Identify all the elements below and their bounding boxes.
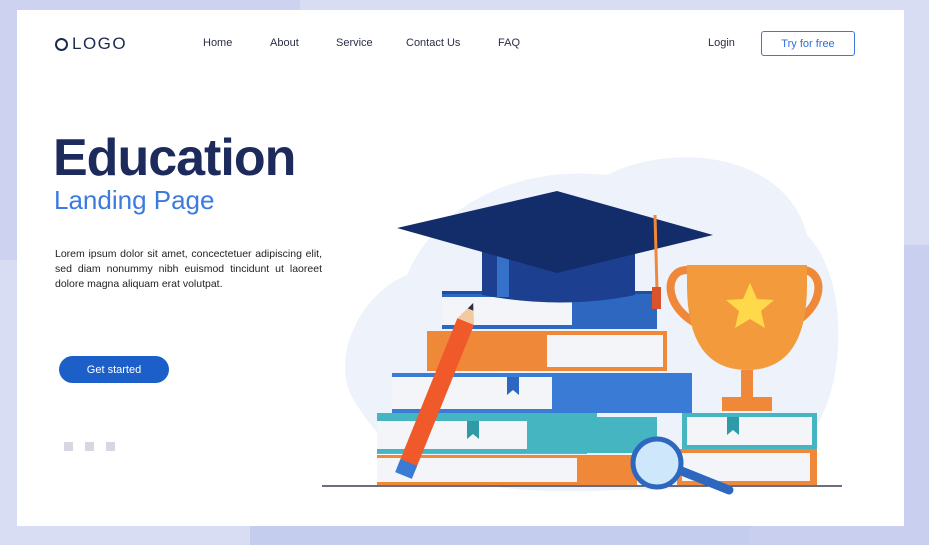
hero-subtitle: Landing Page — [54, 185, 215, 215]
carousel-dots — [64, 442, 115, 451]
background-shape — [250, 525, 750, 545]
logo-text: LOGO — [72, 34, 128, 53]
logo[interactable]: LOGO — [55, 34, 127, 54]
carousel-dot[interactable] — [64, 442, 73, 451]
get-started-button[interactable]: Get started — [59, 356, 169, 383]
carousel-dot[interactable] — [85, 442, 94, 451]
carousel-dot[interactable] — [106, 442, 115, 451]
nav-home[interactable]: Home — [203, 37, 232, 49]
hero-description: Lorem ipsum dolor sit amet, concectetuer… — [55, 248, 322, 290]
nav-about[interactable]: About — [270, 37, 299, 49]
education-illustration — [322, 157, 842, 495]
logo-circle-icon — [55, 37, 68, 51]
nav-service[interactable]: Service — [336, 37, 373, 49]
login-link[interactable]: Login — [708, 37, 735, 49]
nav-contact-us[interactable]: Contact Us — [406, 37, 460, 49]
landing-page: LOGO Home About Service Contact Us FAQ L… — [17, 10, 904, 526]
nav-faq[interactable]: FAQ — [498, 37, 520, 49]
hero-title: Education — [53, 129, 296, 187]
try-for-free-button[interactable]: Try for free — [761, 31, 855, 56]
